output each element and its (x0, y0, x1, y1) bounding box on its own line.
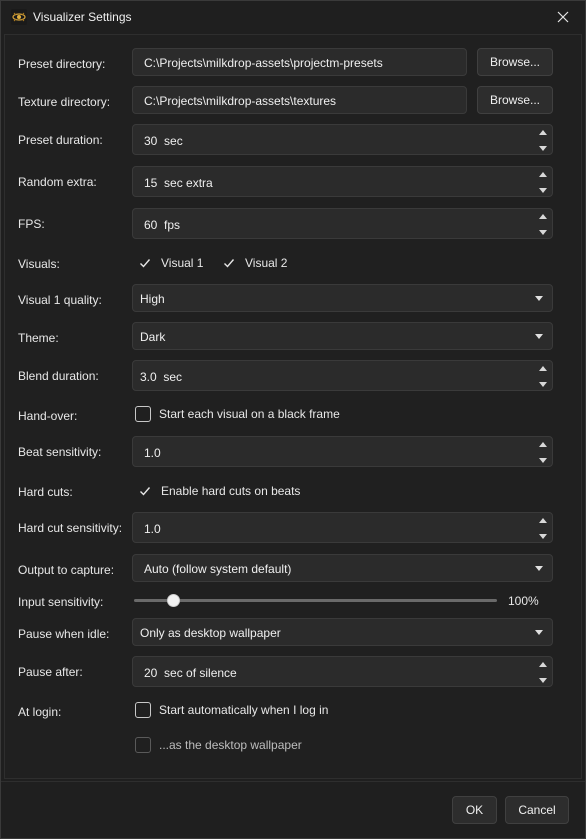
pause-after-value: 20 sec of silence (144, 666, 237, 680)
footer-divider (1, 781, 585, 782)
cancel-button[interactable]: Cancel (505, 796, 569, 824)
stepper-up-icon[interactable] (539, 130, 547, 135)
fps-label: FPS: (18, 217, 45, 231)
theme-label: Theme: (18, 331, 59, 345)
beat-sensitivity-spinbox[interactable]: 1.0 (132, 436, 553, 467)
stepper-up-icon[interactable] (539, 662, 547, 667)
visual-1-checkbox[interactable]: Visual 1 (137, 255, 203, 271)
stepper-up-icon[interactable] (539, 366, 547, 371)
random-extra-spinbox[interactable]: 15 sec extra (132, 166, 553, 197)
input-sensitivity-thumb[interactable] (167, 594, 180, 607)
checkbox-box[interactable] (135, 406, 151, 422)
output-to-capture-dropdown[interactable]: Auto (follow system default) (132, 554, 553, 582)
stepper-down-icon[interactable] (539, 188, 547, 193)
settings-dialog: Visualizer Settings Preset directory: C:… (0, 0, 586, 839)
visual-2-checkbox[interactable]: Visual 2 (221, 255, 287, 271)
title-bar: Visualizer Settings (1, 1, 585, 33)
preset-duration-spinbox[interactable]: 30 sec (132, 124, 553, 155)
stepper-down-icon[interactable] (539, 458, 547, 463)
visualizer-app-icon (11, 9, 27, 25)
chevron-down-icon (535, 296, 543, 301)
input-sensitivity-label: Input sensitivity: (18, 595, 104, 609)
close-button[interactable] (549, 5, 577, 29)
login-wallpaper-checkbox[interactable]: ...as the desktop wallpaper (135, 737, 302, 753)
checkbox-box[interactable] (135, 702, 151, 718)
stepper-down-icon[interactable] (539, 382, 547, 387)
preset-directory-field[interactable]: C:\Projects\milkdrop-assets\projectm-pre… (132, 48, 467, 76)
window-title: Visualizer Settings (33, 10, 132, 24)
preset-duration-label: Preset duration: (18, 133, 103, 147)
preset-duration-value: 30 sec (144, 134, 183, 148)
stepper-up-icon[interactable] (539, 172, 547, 177)
stepper-down-icon[interactable] (539, 534, 547, 539)
blend-duration-stepper[interactable] (536, 363, 550, 390)
pause-when-idle-dropdown[interactable]: Only as desktop wallpaper (132, 618, 553, 646)
at-login-label: At login: (18, 705, 62, 719)
stepper-down-icon[interactable] (539, 230, 547, 235)
visual-1-quality-label: Visual 1 quality: (18, 293, 102, 307)
preset-duration-stepper[interactable] (536, 127, 550, 154)
input-sensitivity-value: 100% (508, 594, 539, 608)
random-extra-label: Random extra: (18, 175, 97, 189)
preset-directory-label: Preset directory: (18, 57, 106, 71)
stepper-up-icon[interactable] (539, 442, 547, 447)
visual-1-quality-dropdown[interactable]: High (132, 284, 553, 312)
pause-when-idle-label: Pause when idle: (18, 627, 110, 641)
hard-cut-sensitivity-spinbox[interactable]: 1.0 (132, 512, 553, 543)
blend-duration-value: 3.0 sec (140, 370, 183, 384)
checkmark-icon (137, 483, 153, 499)
browse-preset-button[interactable]: Browse... (477, 48, 553, 76)
checkbox-box[interactable] (135, 737, 151, 753)
chevron-down-icon (535, 566, 543, 571)
blend-duration-label: Blend duration: (18, 369, 99, 383)
close-icon (557, 11, 569, 23)
hard-cut-sensitivity-label: Hard cut sensitivity: (18, 521, 123, 535)
random-extra-stepper[interactable] (536, 169, 550, 196)
stepper-up-icon[interactable] (539, 214, 547, 219)
output-to-capture-label: Output to capture: (18, 563, 115, 577)
hand-over-checkbox[interactable]: Start each visual on a black frame (135, 406, 340, 422)
start-at-login-checkbox[interactable]: Start automatically when I log in (135, 702, 328, 718)
texture-directory-field[interactable]: C:\Projects\milkdrop-assets\textures (132, 86, 467, 114)
chevron-down-icon (535, 334, 543, 339)
pause-after-stepper[interactable] (536, 659, 550, 686)
hand-over-label: Hand-over: (18, 409, 78, 423)
hard-cut-sensitivity-stepper[interactable] (536, 515, 550, 542)
chevron-down-icon (535, 630, 543, 635)
stepper-down-icon[interactable] (539, 146, 547, 151)
random-extra-value: 15 sec extra (144, 176, 213, 190)
stepper-down-icon[interactable] (539, 678, 547, 683)
pause-after-label: Pause after: (18, 665, 83, 679)
input-sensitivity-track[interactable] (134, 599, 497, 602)
checkmark-icon (221, 255, 237, 271)
beat-sensitivity-label: Beat sensitivity: (18, 445, 102, 459)
fps-spinbox[interactable]: 60 fps (132, 208, 553, 239)
ok-button[interactable]: OK (452, 796, 497, 824)
texture-directory-label: Texture directory: (18, 95, 111, 109)
fps-stepper[interactable] (536, 211, 550, 238)
fps-value: 60 fps (144, 218, 181, 232)
hard-cuts-label: Hard cuts: (18, 485, 73, 499)
theme-dropdown[interactable]: Dark (132, 322, 553, 350)
checkmark-icon (137, 255, 153, 271)
pause-after-spinbox[interactable]: 20 sec of silence (132, 656, 553, 687)
beat-sensitivity-stepper[interactable] (536, 439, 550, 466)
blend-duration-spinbox[interactable]: 3.0 sec (132, 360, 553, 391)
visuals-label: Visuals: (18, 257, 60, 271)
browse-texture-button[interactable]: Browse... (477, 86, 553, 114)
stepper-up-icon[interactable] (539, 518, 547, 523)
hard-cuts-checkbox[interactable]: Enable hard cuts on beats (137, 483, 300, 499)
